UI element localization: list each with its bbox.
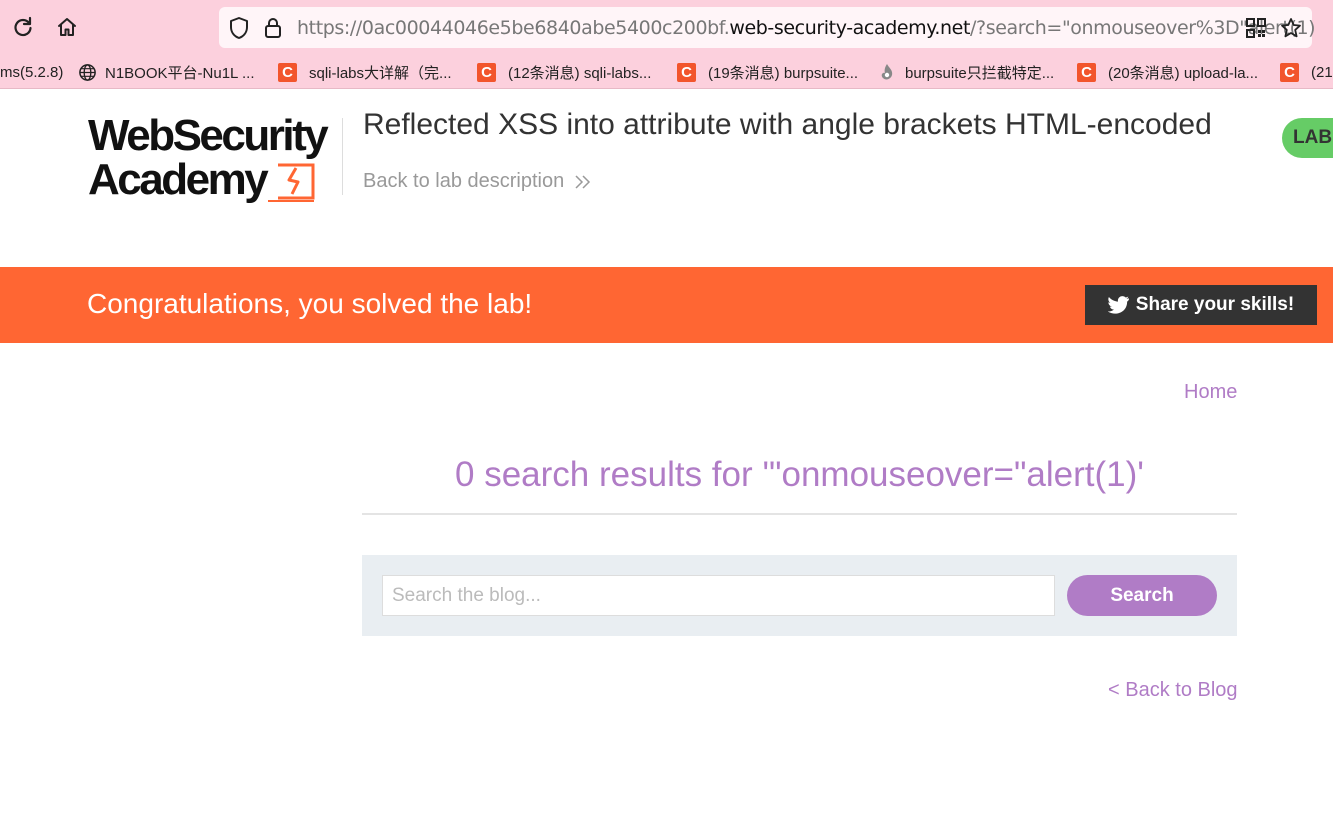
home-icon[interactable] <box>53 13 81 41</box>
search-results-heading: 0 search results for '"onmouseover="aler… <box>455 455 1144 494</box>
bookmark-label: sqli-labs大详解（完... <box>309 64 452 82</box>
search-button[interactable]: Search <box>1067 575 1217 616</box>
home-link[interactable]: Home <box>1184 381 1237 404</box>
back-to-lab-link[interactable]: Back to lab description <box>363 170 592 193</box>
address-bar[interactable]: https://0ac00044046e5be6840abe5400c200bf… <box>219 7 1316 48</box>
lock-icon[interactable] <box>263 17 283 44</box>
star-icon[interactable] <box>1280 17 1302 44</box>
lab-status-badge: LAB <box>1282 118 1333 158</box>
url-domain: web-security-academy.net <box>729 17 971 39</box>
bookmark-label: burpsuite只拦截特定... <box>905 64 1055 82</box>
globe-icon <box>79 63 96 81</box>
academy-logo[interactable]: WebSecurity Academy <box>88 111 329 202</box>
back-to-lab-label: Back to lab description <box>363 170 565 192</box>
share-skills-label: Share your skills! <box>1135 294 1295 315</box>
url-text[interactable]: https://0ac00044046e5be6840abe5400c200bf… <box>297 17 1316 39</box>
bookmark-label: (19条消息) burpsuite... <box>708 64 859 82</box>
csdn-icon: C <box>1280 62 1299 82</box>
bookmark-item[interactable]: ms(5.2.8) <box>0 61 63 83</box>
shield-icon[interactable] <box>228 16 250 45</box>
logo-bolt-icon <box>268 163 315 202</box>
qr-code-icon[interactable] <box>1246 18 1266 43</box>
solved-banner: Congratulations, you solved the lab! Sha… <box>0 267 1333 343</box>
bookmark-item[interactable]: C (19条消息) burpsuite... <box>677 61 858 83</box>
back-to-blog-link[interactable]: < Back to Blog <box>1108 679 1238 702</box>
csdn-icon: C <box>1077 62 1096 82</box>
bookmark-label: N1BOOK平台-Nu1L ... <box>105 64 255 82</box>
flame-icon <box>881 64 893 80</box>
bookmark-label: ms(5.2.8) <box>0 63 64 81</box>
results-divider <box>362 513 1237 515</box>
url-prefix: https://0ac00044046e5be6840abe5400c200bf… <box>297 17 730 39</box>
logo-divider <box>342 118 343 195</box>
csdn-icon: C <box>278 62 297 82</box>
bookmark-label: (12条消息) sqli-labs... <box>508 64 652 82</box>
bookmark-label: (21 <box>1311 63 1333 81</box>
bookmark-item[interactable]: C (12条消息) sqli-labs... <box>477 61 651 83</box>
bookmark-item[interactable]: C (21 <box>1280 61 1333 83</box>
bookmark-item[interactable]: N1BOOK平台-Nu1L ... <box>78 61 255 83</box>
solved-message: Congratulations, you solved the lab! <box>87 288 533 319</box>
search-input[interactable] <box>382 575 1055 616</box>
search-panel: Search <box>362 555 1237 636</box>
twitter-icon <box>1107 296 1129 314</box>
bookmark-item[interactable]: C (20条消息) upload-la... <box>1077 61 1258 83</box>
double-chevron-right-icon <box>575 174 591 189</box>
bookmarks-bar: ms(5.2.8) N1BOOK平台-Nu1L ... Csqli-labs大详… <box>0 56 1333 89</box>
browser-toolbar: https://0ac00044046e5be6840abe5400c200bf… <box>0 0 1333 56</box>
logo-line-1: WebSecurity <box>88 111 329 160</box>
csdn-icon: C <box>477 62 496 82</box>
lab-title: Reflected XSS into attribute with angle … <box>363 108 1212 141</box>
bookmark-label: (20条消息) upload-la... <box>1108 64 1259 82</box>
bookmark-item[interactable]: burpsuite只拦截特定... <box>877 61 1054 83</box>
reload-icon[interactable] <box>9 13 37 41</box>
share-skills-button[interactable]: Share your skills! <box>1085 285 1317 325</box>
csdn-icon: C <box>677 62 696 82</box>
bookmark-item[interactable]: Csqli-labs大详解（完... <box>278 61 452 83</box>
